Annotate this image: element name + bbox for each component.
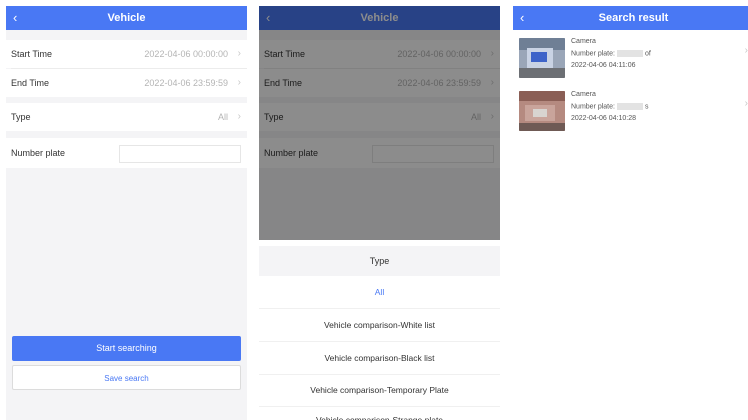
type-option-white-list[interactable]: Vehicle comparison-White list — [259, 309, 500, 341]
back-chevron-icon[interactable]: ‹ — [520, 6, 524, 30]
chevron-right-icon: › — [237, 111, 241, 122]
type-row[interactable]: Type All › — [6, 103, 247, 131]
result-camera-name: Camera — [571, 38, 596, 45]
number-plate-input[interactable] — [119, 145, 241, 163]
chevron-right-icon: › — [237, 77, 241, 88]
end-time-value: 2022-04-06 23:59:59 — [144, 78, 228, 88]
start-time-row[interactable]: Start Time 2022-04-06 00:00:00 › — [6, 40, 247, 68]
chevron-right-icon: › — [744, 98, 748, 109]
end-time-row[interactable]: End Time 2022-04-06 23:59:59 › — [6, 69, 247, 97]
modal-backdrop[interactable] — [259, 6, 500, 240]
vehicle-type-picker-screen: ‹ Vehicle Start Time 2022-04-06 00:00:00… — [259, 6, 500, 420]
result-camera-name: Camera — [571, 91, 596, 98]
type-label: Type — [11, 112, 31, 122]
sheet-title: Type — [259, 246, 500, 276]
start-time-value: 2022-04-06 00:00:00 — [144, 49, 228, 59]
vehicle-snapshot-thumbnail — [519, 91, 565, 131]
start-searching-button[interactable]: Start searching — [12, 336, 241, 361]
type-option-strange-plate[interactable]: Vehicle comparison-Strange plate — [259, 404, 500, 420]
number-plate-label: Number plate — [11, 148, 66, 158]
back-chevron-icon[interactable]: ‹ — [13, 6, 17, 30]
type-picker-sheet: Type All Vehicle comparison-White list V… — [259, 240, 500, 420]
chevron-right-icon: › — [237, 48, 241, 59]
result-number-plate: Number plate: of — [571, 50, 651, 57]
result-item[interactable]: Camera Number plate: s 2022-04-06 04:10:2… — [513, 86, 748, 135]
type-option-temporary-plate[interactable]: Vehicle comparison-Temporary Plate — [259, 374, 500, 406]
vehicle-search-screen: ‹ Vehicle Start Time 2022-04-06 00:00:00… — [6, 6, 247, 420]
type-option-all[interactable]: All — [259, 276, 500, 308]
number-plate-label: Number plate: — [571, 50, 615, 58]
type-value: All — [217, 112, 228, 122]
nav-bar: ‹ Vehicle — [6, 6, 247, 30]
save-search-button[interactable]: Save search — [12, 365, 241, 390]
search-result-screen: ‹ Search result Camera Number plate: of 2… — [513, 6, 748, 420]
number-plate-row: Number plate — [6, 138, 247, 168]
nav-bar: ‹ Search result — [513, 6, 748, 30]
nav-title: Search result — [598, 12, 669, 24]
result-item[interactable]: Camera Number plate: of 2022-04-06 04:11:… — [513, 33, 748, 82]
redacted-plate — [616, 103, 643, 110]
nav-title: Vehicle — [107, 12, 146, 24]
number-plate-suffix: s — [644, 103, 649, 111]
result-number-plate: Number plate: s — [571, 103, 648, 110]
result-timestamp: 2022-04-06 04:11:06 — [571, 62, 636, 69]
number-plate-label: Number plate: — [571, 103, 615, 111]
chevron-right-icon: › — [744, 45, 748, 56]
result-timestamp: 2022-04-06 04:10:28 — [571, 115, 636, 122]
end-time-label: End Time — [11, 78, 50, 88]
redacted-plate — [616, 50, 643, 57]
type-option-black-list[interactable]: Vehicle comparison-Black list — [259, 342, 500, 374]
vehicle-snapshot-thumbnail — [519, 38, 565, 78]
start-time-label: Start Time — [11, 49, 53, 59]
number-plate-suffix: of — [644, 50, 651, 58]
